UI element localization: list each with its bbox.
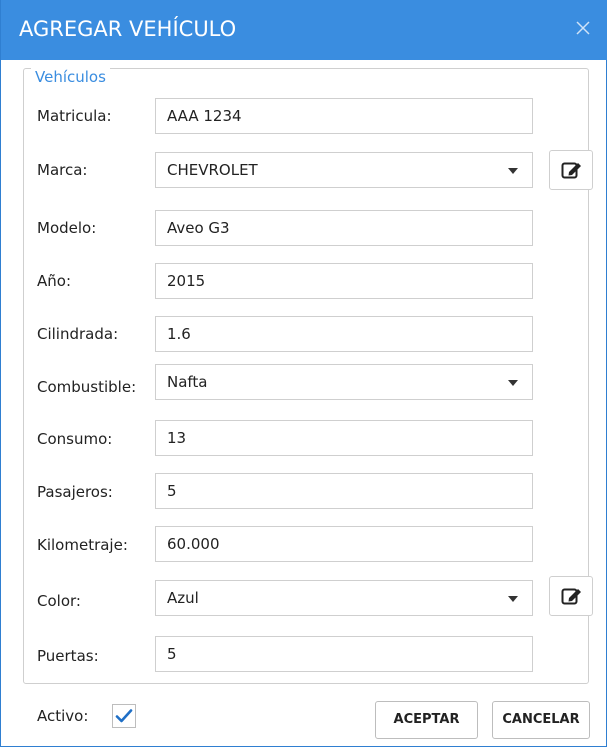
kilometraje-label: Kilometraje: — [37, 536, 128, 554]
dialog-title: AGREGAR VEHÍCULO — [19, 17, 237, 41]
edit-icon — [561, 162, 581, 179]
marca-select[interactable]: CHEVROLET — [155, 152, 533, 188]
matricula-input[interactable]: AAA 1234 — [155, 98, 533, 134]
marca-label: Marca: — [37, 161, 88, 179]
chevron-down-icon — [508, 596, 518, 602]
chevron-down-icon — [508, 380, 518, 386]
kilometraje-input[interactable]: 60.000 — [155, 526, 533, 562]
edit-icon — [561, 588, 581, 605]
combustible-value: Nafta — [167, 373, 208, 391]
cilindrada-label: Cilindrada: — [37, 325, 119, 343]
puertas-input[interactable]: 5 — [155, 636, 533, 672]
checkmark-icon — [115, 709, 133, 723]
add-vehicle-dialog: AGREGAR VEHÍCULO Vehículos Matricula: AA… — [0, 0, 607, 747]
combustible-label: Combustible: — [37, 378, 137, 396]
cancel-button[interactable]: CANCELAR — [492, 701, 590, 739]
combustible-select[interactable]: Nafta — [155, 364, 533, 400]
cilindrada-input[interactable]: 1.6 — [155, 316, 533, 352]
group-legend: Vehículos — [31, 68, 110, 86]
edit-marca-button[interactable] — [549, 150, 593, 190]
edit-color-button[interactable] — [549, 576, 593, 616]
puertas-label: Puertas: — [37, 647, 99, 665]
close-icon[interactable] — [573, 18, 593, 38]
title-bar: AGREGAR VEHÍCULO — [1, 0, 607, 60]
matricula-label: Matricula: — [37, 107, 112, 125]
consumo-label: Consumo: — [37, 430, 113, 448]
anio-label: Año: — [37, 272, 71, 290]
pasajeros-input[interactable]: 5 — [155, 473, 533, 509]
activo-checkbox[interactable] — [112, 704, 136, 728]
marca-value: CHEVROLET — [167, 161, 258, 179]
modelo-input[interactable]: Aveo G3 — [155, 210, 533, 246]
color-value: Azul — [167, 589, 199, 607]
chevron-down-icon — [508, 168, 518, 174]
activo-label: Activo: — [37, 707, 89, 725]
accept-button[interactable]: ACEPTAR — [375, 701, 478, 739]
consumo-input[interactable]: 13 — [155, 420, 533, 456]
modelo-label: Modelo: — [37, 219, 97, 237]
color-select[interactable]: Azul — [155, 580, 533, 616]
color-label: Color: — [37, 592, 81, 610]
pasajeros-label: Pasajeros: — [37, 483, 113, 501]
anio-input[interactable]: 2015 — [155, 263, 533, 299]
